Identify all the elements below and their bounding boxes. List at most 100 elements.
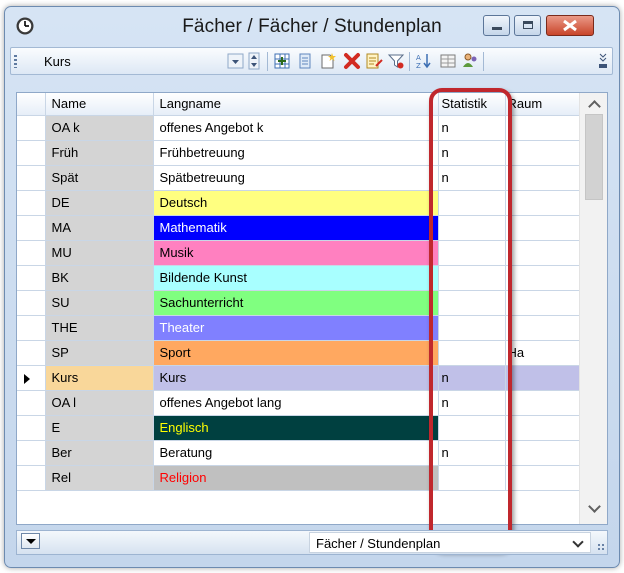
row-selector[interactable] <box>17 290 46 316</box>
edit-list-icon[interactable] <box>365 52 383 70</box>
cell-statistik[interactable] <box>438 290 506 316</box>
cell-langname[interactable]: Frühbetreuung <box>153 140 439 166</box>
close-button[interactable] <box>546 15 594 36</box>
cell-name[interactable]: OA l <box>45 390 154 416</box>
cell-statistik[interactable] <box>438 340 506 366</box>
cell-langname[interactable]: Spätbetreuung <box>153 165 439 191</box>
cell-raum[interactable] <box>505 290 580 316</box>
scroll-down-icon[interactable] <box>588 500 601 513</box>
table-row[interactable]: Ber Beratung n <box>17 440 580 466</box>
cell-langname[interactable]: Deutsch <box>153 190 439 216</box>
row-selector[interactable] <box>17 365 46 391</box>
status-menu-dropdown-icon[interactable] <box>21 533 40 549</box>
cell-raum[interactable] <box>505 415 580 441</box>
cell-statistik[interactable] <box>438 465 506 491</box>
cell-raum[interactable] <box>505 240 580 266</box>
cell-langname[interactable]: Musik <box>153 240 439 266</box>
selector-dropdown-icon[interactable] <box>227 52 245 70</box>
grid-add-icon[interactable] <box>273 52 291 70</box>
cell-statistik[interactable]: n <box>438 440 506 466</box>
cell-langname[interactable]: Bildende Kunst <box>153 265 439 291</box>
delete-icon[interactable] <box>343 52 361 70</box>
cell-statistik[interactable] <box>438 265 506 291</box>
resize-grip-icon[interactable] <box>597 543 605 551</box>
column-header-statistik[interactable]: Statistik <box>438 93 506 116</box>
row-selector[interactable] <box>17 415 46 441</box>
scrollbar-thumb[interactable] <box>585 114 603 200</box>
table-row[interactable]: OA k offenes Angebot k n <box>17 115 580 141</box>
cell-name[interactable]: MU <box>45 240 154 266</box>
cell-name[interactable]: Früh <box>45 140 154 166</box>
cell-statistik[interactable] <box>438 190 506 216</box>
row-selector[interactable] <box>17 240 46 266</box>
scroll-up-icon[interactable] <box>588 100 601 113</box>
cell-name[interactable]: BK <box>45 265 154 291</box>
table-row[interactable]: SU Sachunterricht <box>17 290 580 316</box>
title-bar[interactable]: Fächer / Fächer / Stundenplan <box>5 7 619 45</box>
table-row[interactable]: BK Bildende Kunst <box>17 265 580 291</box>
cell-langname[interactable]: Theater <box>153 315 439 341</box>
cell-langname[interactable]: Beratung <box>153 440 439 466</box>
row-selector[interactable] <box>17 265 46 291</box>
filter-icon[interactable] <box>387 52 405 70</box>
cell-langname[interactable]: Englisch <box>153 415 439 441</box>
vertical-scrollbar[interactable] <box>579 93 607 524</box>
cell-raum[interactable] <box>505 390 580 416</box>
cell-langname[interactable]: offenes Angebot k <box>153 115 439 141</box>
cell-name[interactable]: SU <box>45 290 154 316</box>
cell-raum[interactable] <box>505 315 580 341</box>
table-row[interactable]: DE Deutsch <box>17 190 580 216</box>
cell-raum[interactable] <box>505 440 580 466</box>
table-row[interactable]: MA Mathematik <box>17 215 580 241</box>
cell-raum[interactable] <box>505 215 580 241</box>
table-row[interactable]: THE Theater <box>17 315 580 341</box>
cell-name[interactable]: Ber <box>45 440 154 466</box>
row-selector[interactable] <box>17 115 46 141</box>
selector-spin-icon[interactable] <box>245 52 263 70</box>
list-icon[interactable] <box>296 52 314 70</box>
element-selector-value[interactable]: Kurs <box>44 54 71 69</box>
cell-raum[interactable] <box>505 265 580 291</box>
cell-langname[interactable]: Sport <box>153 340 439 366</box>
table-row[interactable]: Kurs Kurs n <box>17 365 580 391</box>
cell-langname[interactable]: Kurs <box>153 365 439 391</box>
cell-langname[interactable]: Sachunterricht <box>153 290 439 316</box>
cell-langname[interactable]: offenes Angebot lang <box>153 390 439 416</box>
cell-langname[interactable]: Mathematik <box>153 215 439 241</box>
toolbar-grip[interactable] <box>14 55 17 68</box>
row-selector[interactable] <box>17 340 46 366</box>
table-row[interactable]: OA l offenes Angebot lang n <box>17 390 580 416</box>
cell-statistik[interactable]: n <box>438 165 506 191</box>
users-icon[interactable] <box>461 52 479 70</box>
cell-name[interactable]: SP <box>45 340 154 366</box>
new-document-icon[interactable] <box>319 52 337 70</box>
row-selector[interactable] <box>17 215 46 241</box>
column-header-name[interactable]: Name <box>45 93 154 116</box>
table-row[interactable]: MU Musik <box>17 240 580 266</box>
column-header-langname[interactable]: Langname <box>153 93 439 116</box>
row-selector[interactable] <box>17 465 46 491</box>
table-row[interactable]: Spät Spätbetreuung n <box>17 165 580 191</box>
cell-raum[interactable] <box>505 140 580 166</box>
row-selector[interactable] <box>17 165 46 191</box>
cell-raum[interactable] <box>505 115 580 141</box>
cell-raum[interactable] <box>505 365 580 391</box>
cell-name[interactable]: Kurs <box>45 365 154 391</box>
view-selector[interactable]: Fächer / Stundenplan <box>309 532 591 553</box>
cell-name[interactable]: Rel <box>45 465 154 491</box>
minimize-button[interactable] <box>483 15 510 36</box>
row-selector-header[interactable] <box>17 93 46 116</box>
cell-name[interactable]: DE <box>45 190 154 216</box>
table-row[interactable]: SP Sport Ha <box>17 340 580 366</box>
cell-statistik[interactable]: n <box>438 115 506 141</box>
cell-name[interactable]: Spät <box>45 165 154 191</box>
cell-raum[interactable] <box>505 165 580 191</box>
cell-statistik[interactable]: n <box>438 365 506 391</box>
row-selector[interactable] <box>17 440 46 466</box>
cell-langname[interactable]: Religion <box>153 465 439 491</box>
row-selector[interactable] <box>17 315 46 341</box>
cell-name[interactable]: E <box>45 415 154 441</box>
cell-raum[interactable] <box>505 190 580 216</box>
column-header-raum[interactable]: Raum <box>505 93 580 116</box>
cell-statistik[interactable]: n <box>438 390 506 416</box>
